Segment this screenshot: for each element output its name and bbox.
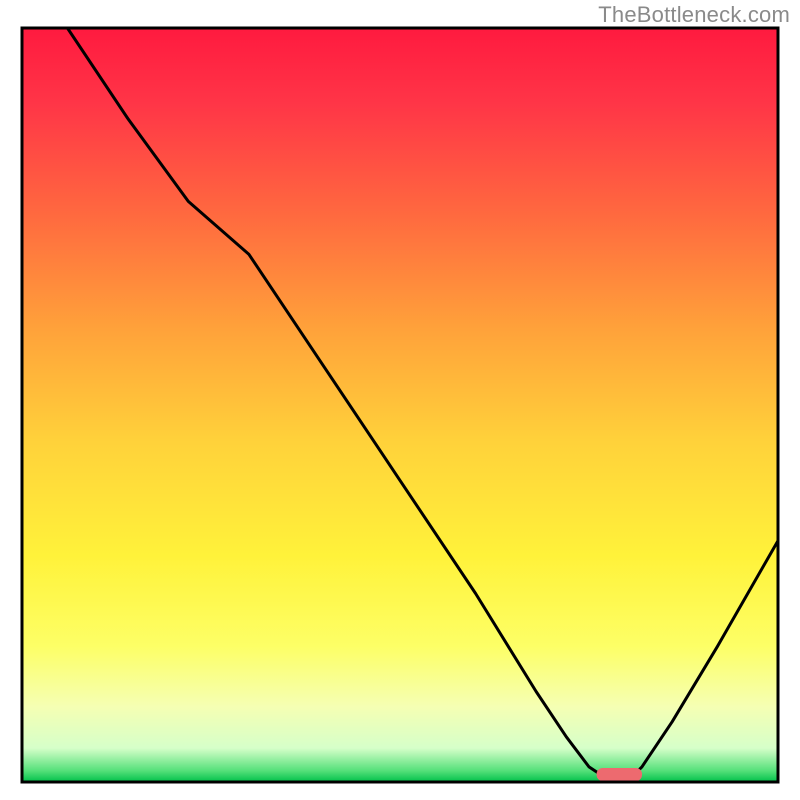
- bottleneck-chart: [0, 0, 800, 800]
- chart-container: TheBottleneck.com: [0, 0, 800, 800]
- watermark-text: TheBottleneck.com: [598, 2, 790, 28]
- plot-background: [22, 28, 778, 782]
- optimal-marker: [597, 768, 642, 781]
